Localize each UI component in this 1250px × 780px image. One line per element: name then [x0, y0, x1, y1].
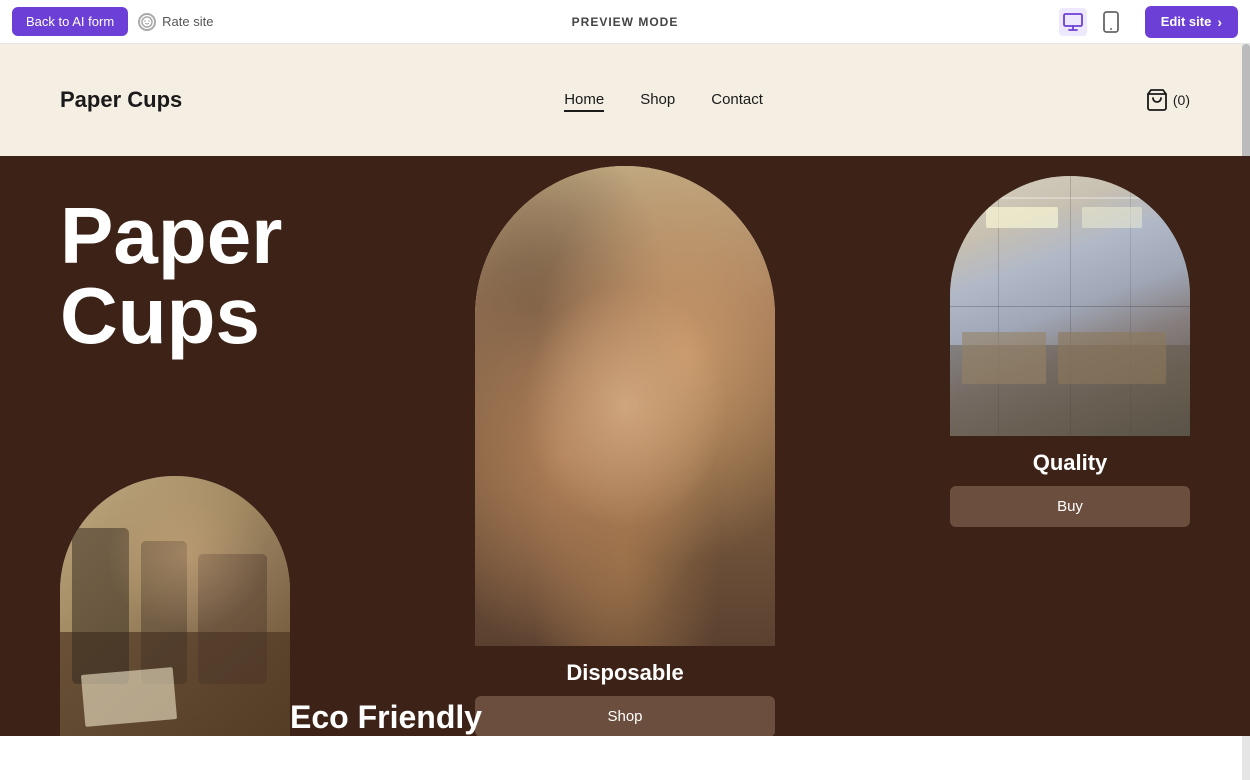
- quality-card-label: Quality: [950, 450, 1190, 476]
- nav-shop[interactable]: Shop: [640, 91, 675, 109]
- monitor-icon: [1062, 11, 1084, 33]
- mobile-device-button[interactable]: [1097, 8, 1125, 36]
- disposable-card-image: [475, 166, 775, 646]
- site-logo: Paper Cups: [60, 87, 182, 113]
- site-header: Paper Cups Home Shop Contact (0): [0, 44, 1250, 156]
- device-controls: Edit site ›: [1059, 6, 1238, 38]
- nav-home[interactable]: Home: [564, 91, 604, 109]
- eco-friendly-title: Eco Friendly: [290, 699, 482, 736]
- rate-site-button[interactable]: Rate site: [138, 13, 213, 31]
- scrollbar-thumb[interactable]: [1242, 44, 1250, 164]
- hero-title-line2: Cups: [60, 276, 282, 356]
- nav-shop-link[interactable]: Shop: [640, 91, 675, 108]
- quality-card-image: [950, 176, 1190, 436]
- eco-friendly-card-image: [60, 476, 290, 736]
- site-nav: Home Shop Contact: [564, 91, 763, 109]
- cart-icon[interactable]: (0): [1145, 88, 1190, 112]
- cart-svg-icon: [1145, 88, 1169, 112]
- nav-home-link[interactable]: Home: [564, 91, 604, 112]
- edit-site-button[interactable]: Edit site ›: [1145, 6, 1238, 38]
- eco-friendly-card: [60, 476, 290, 736]
- edit-site-arrow-icon: ›: [1217, 14, 1222, 30]
- preview-mode-label: PREVIEW MODE: [572, 15, 679, 29]
- quality-buy-button[interactable]: Buy: [950, 486, 1190, 527]
- toolbar: Back to AI form Rate site PREVIEW MODE: [0, 0, 1250, 44]
- hero-title-line1: Paper: [60, 196, 282, 276]
- disposable-shop-button[interactable]: Shop: [475, 696, 775, 736]
- rate-site-label: Rate site: [162, 14, 213, 29]
- cart-count: (0): [1173, 92, 1190, 108]
- nav-contact[interactable]: Contact: [711, 91, 763, 109]
- disposable-card-label: Disposable: [475, 660, 775, 686]
- desktop-device-button[interactable]: [1059, 8, 1087, 36]
- nav-contact-link[interactable]: Contact: [711, 91, 763, 108]
- quality-card: Quality Buy: [950, 176, 1190, 527]
- mobile-icon: [1102, 11, 1120, 33]
- back-to-ai-form-button[interactable]: Back to AI form: [12, 7, 128, 36]
- hero-title: Paper Cups: [60, 196, 282, 356]
- edit-site-label: Edit site: [1161, 14, 1212, 29]
- disposable-card: Disposable Shop: [475, 166, 775, 736]
- main-content: Paper Cups Disposable Shop: [0, 156, 1250, 736]
- rate-site-icon: [138, 13, 156, 31]
